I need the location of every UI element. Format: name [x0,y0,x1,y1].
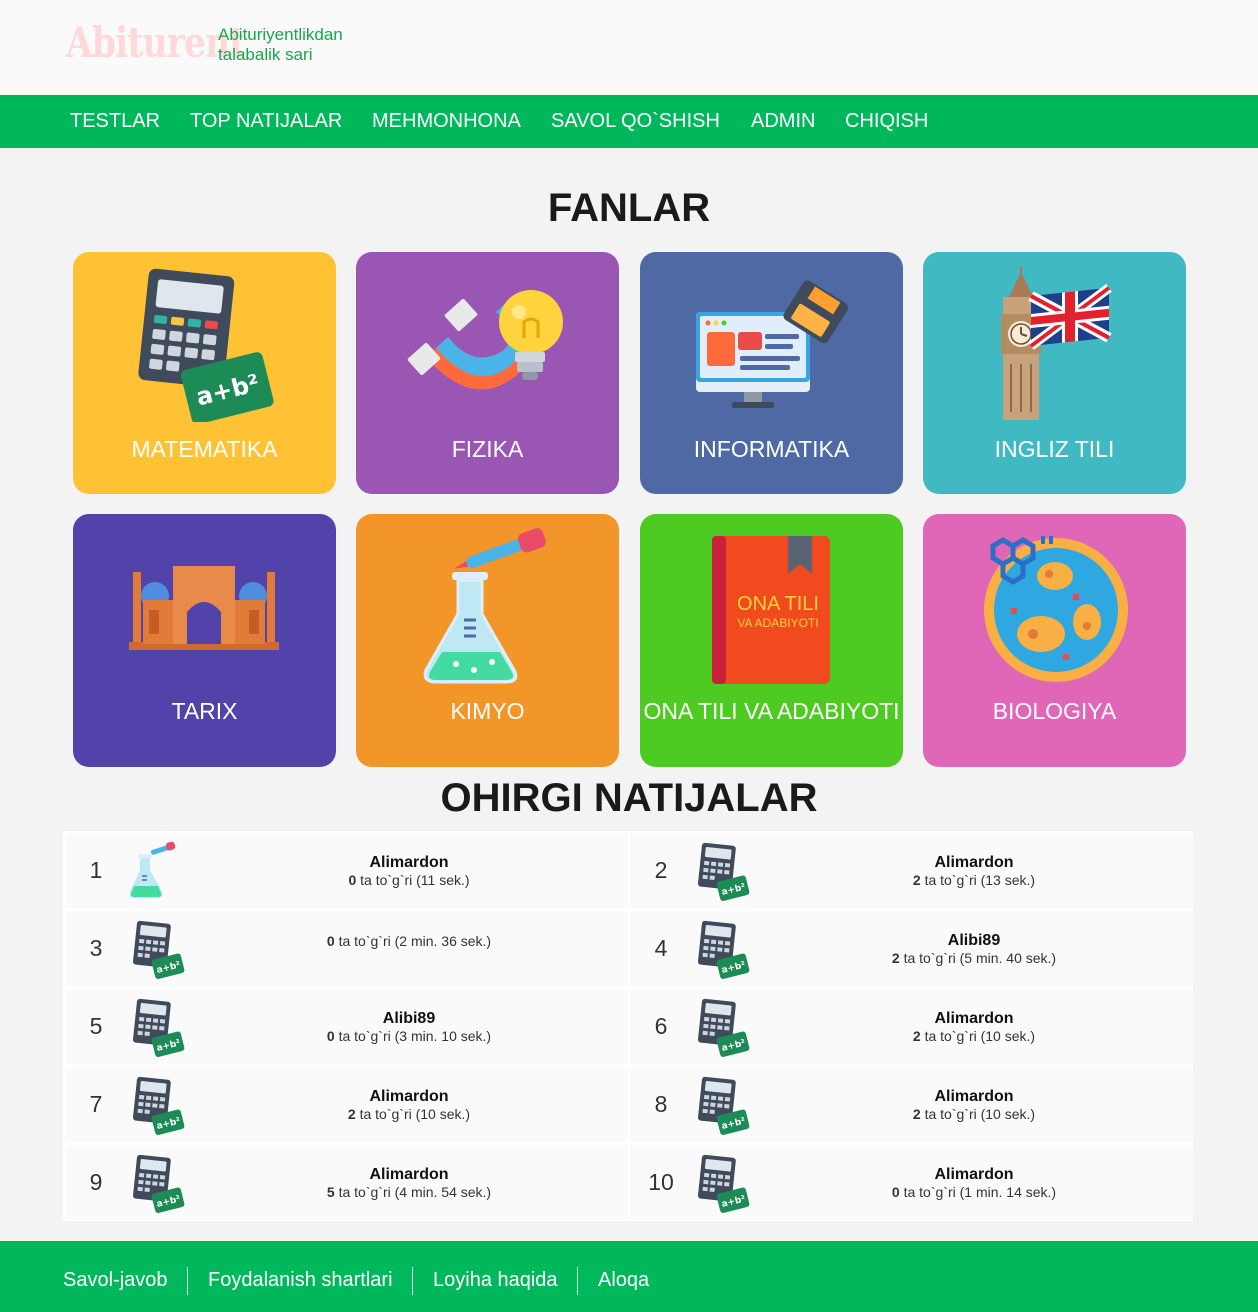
subject-card-ona-tili[interactable]: ONA TILI VA ADABIYOTI ONA TILI VA ADABIY… [640,514,903,767]
result-detail: 2 ta to`g`ri (10 sek.) [347,1105,471,1122]
result-detail: 0 ta to`g`ri (3 min. 10 sek.) [326,1027,492,1044]
calculator-icon: a+b² [132,920,185,979]
calculator-icon: a+b² [697,842,750,901]
nav-testlar[interactable]: TESTLAR [70,95,160,148]
nav-admin[interactable]: ADMIN [751,95,815,148]
result-detail: 2 ta to`g`ri (10 sek.) [912,1027,1036,1044]
subject-label: ONA TILI VA ADABIYOTI [643,698,900,724]
subject-label: BIOLOGIYA [992,698,1117,724]
result-detail: 5 ta to`g`ri (4 min. 54 sek.) [326,1183,492,1200]
result-name: Alimardon [369,1165,449,1183]
result-rank: 8 [654,1091,668,1117]
result-name: Alimardon [934,1009,1014,1027]
result-rank: 2 [654,857,668,883]
calculator-icon: a+b² [132,1154,185,1213]
nav-savol-qoshish[interactable]: SAVOL QO`SHISH [551,95,720,148]
result-detail: 0 ta to`g`ri (1 min. 14 sek.) [891,1183,1057,1200]
calculator-icon: a+b² [132,1076,185,1135]
result-name: Alibi89 [382,1009,436,1027]
result-name: Alimardon [369,1087,449,1105]
subject-label: FIZIKA [451,436,524,462]
result-rank: 4 [654,935,668,961]
result-item[interactable]: 2 a+b² Alimardon 2 ta to`g`ri (13 sek.) [630,833,1193,908]
results-title: OHIRGI NATIJALAR [440,776,818,820]
result-item[interactable]: 7 a+b² Alimardon 2 ta to`g`ri (10 sek.) [65,1067,628,1142]
magnet-bulb-icon [407,290,563,390]
result-detail: 2 ta to`g`ri (10 sek.) [912,1105,1036,1122]
calculator-icon: a+b² [697,998,750,1057]
result-rank: 7 [89,1091,103,1117]
result-rank: 3 [89,935,103,961]
site-tagline: Abituriyentlikdan talabalik sari [218,25,343,64]
nav-mehmonhona[interactable]: MEHMONHONA [372,95,521,148]
result-item[interactable]: 10 a+b² Alimardon 0 ta to`g`ri (1 min. 1… [630,1145,1193,1220]
footer-divider [412,1267,413,1295]
result-item[interactable]: 6 a+b² Alimardon 2 ta to`g`ri (10 sek.) [630,989,1193,1064]
petri-dish-icon [984,536,1128,682]
subject-label: MATEMATIKA [131,436,278,462]
subject-card-ingliz-tili[interactable]: INGLIZ TILI [923,252,1186,494]
subject-card-tarix[interactable]: TARIX [73,514,336,767]
calculator-icon: a+b² [132,998,185,1057]
subject-card-matematika[interactable]: a+b² MATEMATIKA [73,252,336,494]
book-title: ONA TILI [737,593,819,615]
nav-top-natijalar[interactable]: TOP NATIJALAR [190,95,342,148]
subject-label: INFORMATIKA [693,436,850,462]
result-detail: 0 ta to`g`ri (2 min. 36 sek.) [326,933,492,949]
subject-card-fizika[interactable]: FIZIKA [356,252,619,494]
flask-icon [129,841,176,898]
site-footer: Savol-javob Foydalanish shartlari Loyiha… [0,1241,1258,1312]
big-ben-flag-icon [1001,266,1112,420]
footer-link-savol-javob[interactable]: Savol-javob [63,1241,168,1312]
result-name: Alimardon [934,1165,1014,1183]
nav-chiqish[interactable]: CHIQISH [845,95,928,148]
results-table: 1 Alimardon 0 ta to`g`ri (11 sek.) 2 a+b… [63,831,1193,1221]
footer-divider [577,1267,578,1295]
subject-label: TARIX [171,698,238,724]
subject-card-biologiya[interactable]: BIOLOGIYA [923,514,1186,767]
computer-icon [696,280,849,408]
flask-icon [423,528,546,684]
footer-divider [187,1267,188,1295]
subject-label: INGLIZ TILI [994,436,1115,462]
result-name: Alimardon [934,1087,1014,1105]
result-rank: 6 [654,1013,668,1039]
result-rank: 5 [89,1013,103,1039]
result-item[interactable]: 4 a+b² Alibi89 2 ta to`g`ri (5 min. 40 s… [630,911,1193,986]
result-item[interactable]: 8 a+b² Alimardon 2 ta to`g`ri (10 sek.) [630,1067,1193,1142]
calculator-icon: a+b² [697,1154,750,1213]
result-rank: 10 [648,1169,674,1195]
footer-link-aloqa[interactable]: Aloqa [598,1241,649,1312]
main-nav: TESTLAR TOP NATIJALAR MEHMONHONA SAVOL Q… [0,95,1258,148]
result-rank: 9 [89,1169,103,1195]
subject-card-informatika[interactable]: INFORMATIKA [640,252,903,494]
result-name: Alibi89 [947,931,1001,949]
footer-link-foydalanish-shartlari[interactable]: Foydalanish shartlari [208,1241,393,1312]
site-header: Abiturent Abituriyentlikdan talabalik sa… [0,0,1258,95]
result-rank: 1 [89,857,103,883]
result-item[interactable]: 9 a+b² Alimardon 5 ta to`g`ri (4 min. 54… [65,1145,628,1220]
calculator-icon: a+b² [138,268,274,422]
result-detail: 2 ta to`g`ri (13 sek.) [912,871,1036,888]
subjects-title: FANLAR [547,186,711,230]
calculator-icon: a+b² [697,1076,750,1135]
calculator-icon: a+b² [697,920,750,979]
registan-icon [129,566,279,650]
result-detail: 0 ta to`g`ri (11 sek.) [348,871,470,888]
result-item[interactable]: 1 Alimardon 0 ta to`g`ri (11 sek.) [65,833,628,908]
book-subtitle: VA ADABIYOTI [737,616,818,630]
result-item[interactable]: 3 a+b² 0 ta to`g`ri (2 min. 36 sek.) [65,911,628,986]
subject-label: KIMYO [450,698,525,724]
footer-link-loyiha-haqida[interactable]: Loyiha haqida [433,1241,558,1312]
result-name: Alimardon [369,853,449,871]
result-detail: 2 ta to`g`ri (5 min. 40 sek.) [891,949,1057,966]
book-icon: ONA TILI VA ADABIYOTI [712,536,830,684]
result-name: Alimardon [934,853,1014,871]
result-item[interactable]: 5 a+b² Alibi89 0 ta to`g`ri (3 min. 10 s… [65,989,628,1064]
subject-card-kimyo[interactable]: KIMYO [356,514,619,767]
